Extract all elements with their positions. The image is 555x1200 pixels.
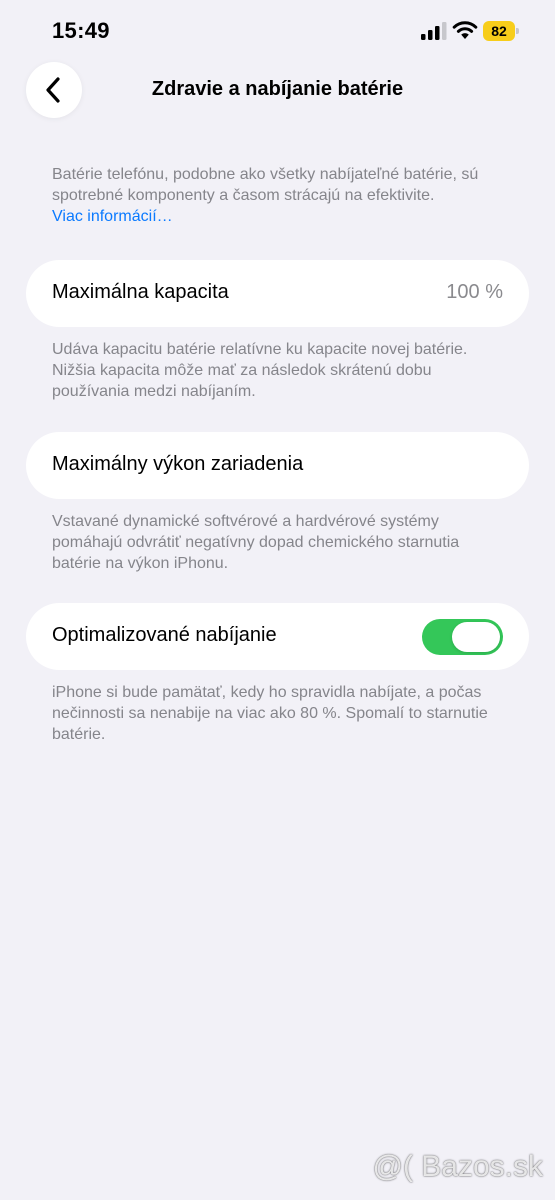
peak-performance-label: Maximálny výkon zariadenia — [52, 453, 304, 475]
bazos-watermark: @( Bazos.sk — [372, 1150, 544, 1183]
optimized-charging-toggle[interactable] — [422, 619, 503, 655]
status-bar: 15:49 82 — [0, 0, 555, 60]
battery-icon: 82 — [483, 21, 519, 41]
chevron-left-icon — [46, 77, 60, 103]
toggle-knob — [452, 622, 500, 652]
back-button[interactable] — [26, 62, 82, 118]
max-capacity-footnote: Udáva kapacitu batérie relatívne ku kapa… — [52, 341, 468, 400]
optimized-charging-footnote: iPhone si bude pamätať, kedy ho spravidl… — [52, 684, 488, 743]
status-time: 15:49 — [52, 18, 110, 43]
battery-body: 82 — [483, 21, 515, 41]
intro-text: Batérie telefónu, podobne ako všetky nab… — [52, 166, 479, 204]
peak-performance-footnote: Vstavané dynamické softvérové a hardvéro… — [52, 513, 460, 572]
peak-performance-row[interactable]: Maximálny výkon zariadenia — [26, 432, 529, 499]
page-title: Zdravie a nabíjanie batérie — [151, 78, 404, 100]
max-capacity-value: 100 % — [446, 281, 503, 303]
wifi-icon — [452, 21, 478, 39]
optimized-charging-row: Optimalizované nabíjanie — [26, 603, 529, 670]
max-capacity-row: Maximálna kapacita 100 % — [26, 260, 529, 327]
intro-text-block: Batérie telefónu, podobne ako všetky nab… — [52, 164, 512, 227]
signal-icon — [421, 22, 447, 40]
optimized-charging-label: Optimalizované nabíjanie — [52, 624, 277, 646]
max-capacity-label: Maximálna kapacita — [52, 281, 229, 303]
battery-cap — [516, 28, 519, 34]
battery-level: 82 — [491, 23, 507, 39]
more-info-link[interactable]: Viac informácií… — [52, 208, 173, 225]
